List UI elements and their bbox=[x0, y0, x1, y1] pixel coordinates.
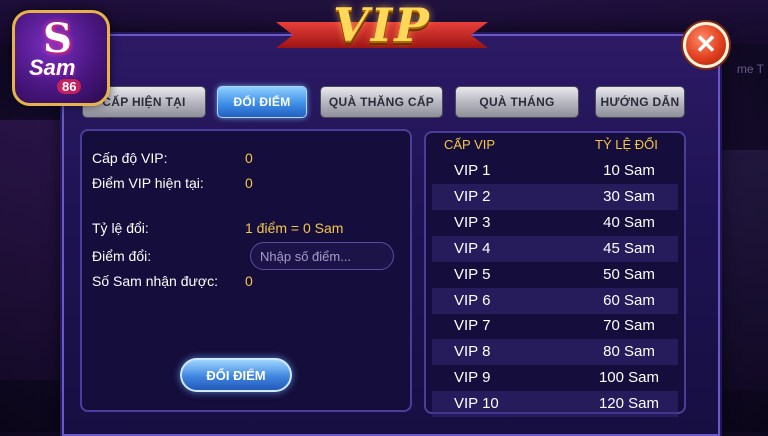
table-row: VIP 6 60 Sam bbox=[432, 288, 678, 314]
row-rate: 100 Sam bbox=[598, 369, 660, 386]
row-level: VIP 10 bbox=[454, 395, 499, 412]
points-input[interactable] bbox=[250, 242, 394, 270]
row-level: VIP 6 bbox=[454, 292, 491, 309]
exchange-points-button[interactable]: ĐỔI ĐIỂM bbox=[180, 358, 292, 392]
row-level: VIP 9 bbox=[454, 369, 491, 386]
table-header-level: CẤP VIP bbox=[444, 137, 496, 152]
row-rate: 50 Sam bbox=[603, 266, 655, 283]
logo-text: Sam bbox=[29, 55, 76, 80]
row-rate: 30 Sam bbox=[603, 188, 655, 205]
close-icon: ✕ bbox=[695, 29, 717, 59]
vip-level-label: Cấp độ VIP: bbox=[92, 150, 168, 166]
row-level: VIP 8 bbox=[454, 343, 491, 360]
background-label: me T bbox=[736, 62, 764, 76]
close-button[interactable]: ✕ bbox=[683, 22, 729, 68]
background-game-card-left bbox=[0, 120, 70, 380]
dialog-title: VIP bbox=[333, 0, 431, 52]
received-value: 0 bbox=[245, 273, 253, 289]
table-row: VIP 3 40 Sam bbox=[432, 210, 678, 236]
app-logo: S Sam 86 bbox=[12, 10, 110, 106]
row-rate: 40 Sam bbox=[603, 214, 655, 231]
received-label: Số Sam nhận được: bbox=[92, 273, 218, 289]
table-row: VIP 8 80 Sam bbox=[432, 339, 678, 365]
row-level: VIP 4 bbox=[454, 240, 491, 257]
row-level: VIP 1 bbox=[454, 162, 491, 179]
tab-exchange-points[interactable]: ĐỔI ĐIỂM bbox=[217, 86, 307, 118]
tab-monthly-gift[interactable]: QUÀ THÁNG bbox=[455, 86, 579, 118]
points-label: Điểm đổi: bbox=[92, 248, 152, 264]
row-rate: 120 Sam bbox=[598, 395, 660, 412]
vip-points-label: Điểm VIP hiện tại: bbox=[92, 175, 204, 191]
vip-level-value: 0 bbox=[245, 150, 253, 166]
vip-points-value: 0 bbox=[245, 175, 253, 191]
row-rate: 10 Sam bbox=[603, 162, 655, 179]
rate-label: Tỷ lệ đổi: bbox=[92, 220, 149, 236]
table-header-rate: TỶ LỆ ĐỔI bbox=[595, 137, 658, 152]
table-row: VIP 2 30 Sam bbox=[432, 184, 678, 210]
table-row: VIP 4 45 Sam bbox=[432, 236, 678, 262]
row-rate: 45 Sam bbox=[603, 240, 655, 257]
row-rate: 80 Sam bbox=[603, 343, 655, 360]
table-row: VIP 7 70 Sam bbox=[432, 313, 678, 339]
table-row: VIP 9 100 Sam bbox=[432, 365, 678, 391]
table-row: VIP 1 10 Sam bbox=[432, 158, 678, 184]
row-level: VIP 5 bbox=[454, 266, 491, 283]
table-row: VIP 5 50 Sam bbox=[432, 262, 678, 288]
row-rate: 60 Sam bbox=[603, 292, 655, 309]
row-level: VIP 2 bbox=[454, 188, 491, 205]
row-rate: 70 Sam bbox=[603, 317, 655, 334]
logo-number: 86 bbox=[57, 79, 82, 94]
row-level: VIP 7 bbox=[454, 317, 491, 334]
vip-title-banner: VIP bbox=[276, 0, 488, 62]
rate-value: 1 điểm = 0 Sam bbox=[245, 220, 344, 236]
table-row: VIP 10 120 Sam bbox=[432, 391, 678, 417]
tab-level-up-gift[interactable]: QUÀ THĂNG CẤP bbox=[320, 86, 443, 118]
row-level: VIP 3 bbox=[454, 214, 491, 231]
tab-guide[interactable]: HƯỚNG DẪN bbox=[595, 86, 685, 118]
